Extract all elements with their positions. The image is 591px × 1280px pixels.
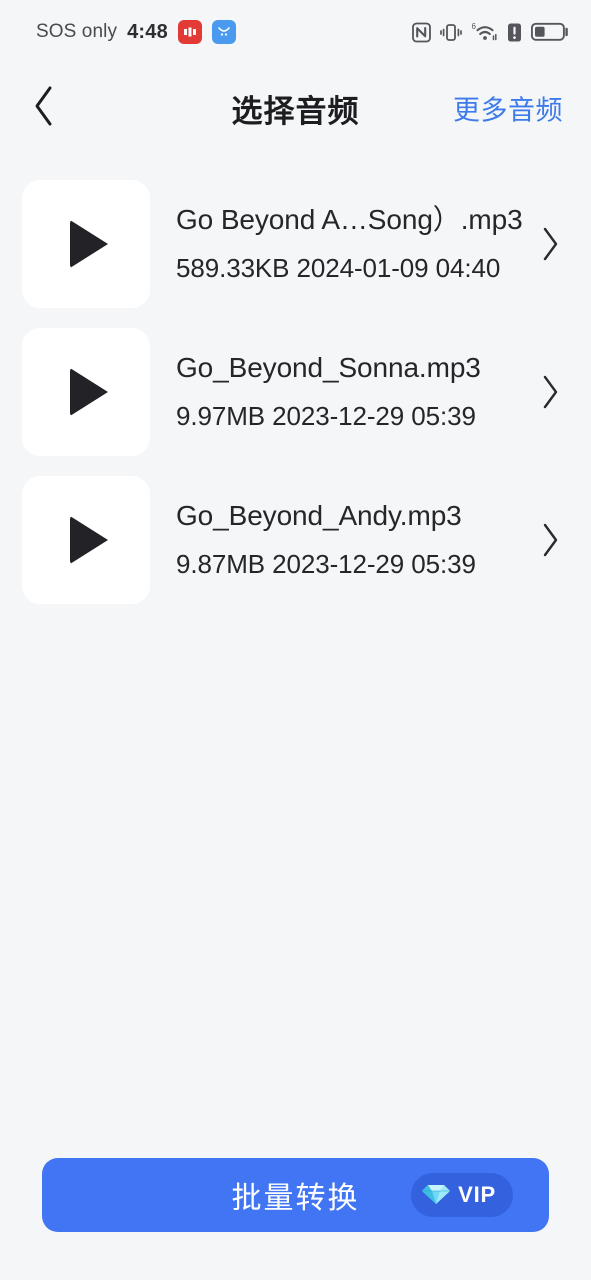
audio-meta: 9.97MB 2023-12-29 05:39	[176, 401, 476, 432]
list-item-info: Go_Beyond_Andy.mp3 9.87MB 2023-12-29 05:…	[150, 501, 533, 578]
audio-thumbnail[interactable]	[22, 476, 150, 604]
chevron-right-icon[interactable]	[533, 522, 569, 558]
nfc-icon	[412, 22, 431, 43]
list-item[interactable]: Go Beyond A…Song）.mp3 589.33KB 2024-01-0…	[0, 170, 591, 318]
status-time: 4:48	[127, 20, 168, 43]
app-header: 选择音频 更多音频	[0, 64, 591, 152]
batch-convert-label: 批量转换	[231, 1182, 360, 1215]
blue-app-notification-icon	[211, 20, 236, 44]
battery-icon	[531, 22, 569, 42]
status-bar: SOS only 4:48 6	[0, 0, 591, 64]
bottom-action-bar: 批量转换 VIP	[0, 1158, 591, 1280]
more-audio-link[interactable]: 更多音频	[453, 89, 563, 128]
wifi-6-icon: 6	[471, 21, 498, 43]
diamond-icon	[421, 1181, 451, 1210]
svg-text:6: 6	[472, 22, 477, 31]
audio-meta: 9.87MB 2023-12-29 05:39	[176, 549, 476, 580]
list-item-info: Go_Beyond_Sonna.mp3 9.97MB 2023-12-29 05…	[150, 353, 533, 430]
play-icon	[70, 368, 108, 416]
vip-label: VIP	[458, 1182, 496, 1207]
play-icon	[70, 516, 108, 564]
red-app-notification-icon	[177, 20, 202, 44]
phone-screen: SOS only 4:48 6 选择音频 更多音频 Go Beyond A…So…	[0, 0, 591, 1280]
play-icon	[70, 220, 108, 268]
signal-alert-icon	[507, 22, 522, 43]
status-bar-right: 6	[412, 21, 569, 43]
list-item[interactable]: Go_Beyond_Sonna.mp3 9.97MB 2023-12-29 05…	[0, 318, 591, 466]
list-item[interactable]: Go_Beyond_Andy.mp3 9.87MB 2023-12-29 05:…	[0, 466, 591, 614]
vip-badge[interactable]: VIP	[411, 1173, 513, 1217]
list-item-info: Go Beyond A…Song）.mp3 589.33KB 2024-01-0…	[150, 205, 533, 282]
audio-file-list: Go Beyond A…Song）.mp3 589.33KB 2024-01-0…	[0, 152, 591, 1158]
audio-thumbnail[interactable]	[22, 180, 150, 308]
audio-thumbnail[interactable]	[22, 328, 150, 456]
status-bar-left: SOS only 4:48	[36, 20, 236, 44]
vibrate-icon	[440, 22, 462, 43]
audio-title: Go_Beyond_Sonna.mp3	[176, 353, 481, 384]
batch-convert-button[interactable]: 批量转换 VIP	[42, 1158, 549, 1232]
chevron-right-icon[interactable]	[533, 374, 569, 410]
carrier-label: SOS only	[36, 21, 118, 42]
chevron-right-icon[interactable]	[533, 226, 569, 262]
audio-meta: 589.33KB 2024-01-09 04:40	[176, 253, 501, 284]
audio-title: Go_Beyond_Andy.mp3	[176, 501, 462, 532]
audio-title: Go Beyond A…Song）.mp3	[176, 205, 523, 236]
